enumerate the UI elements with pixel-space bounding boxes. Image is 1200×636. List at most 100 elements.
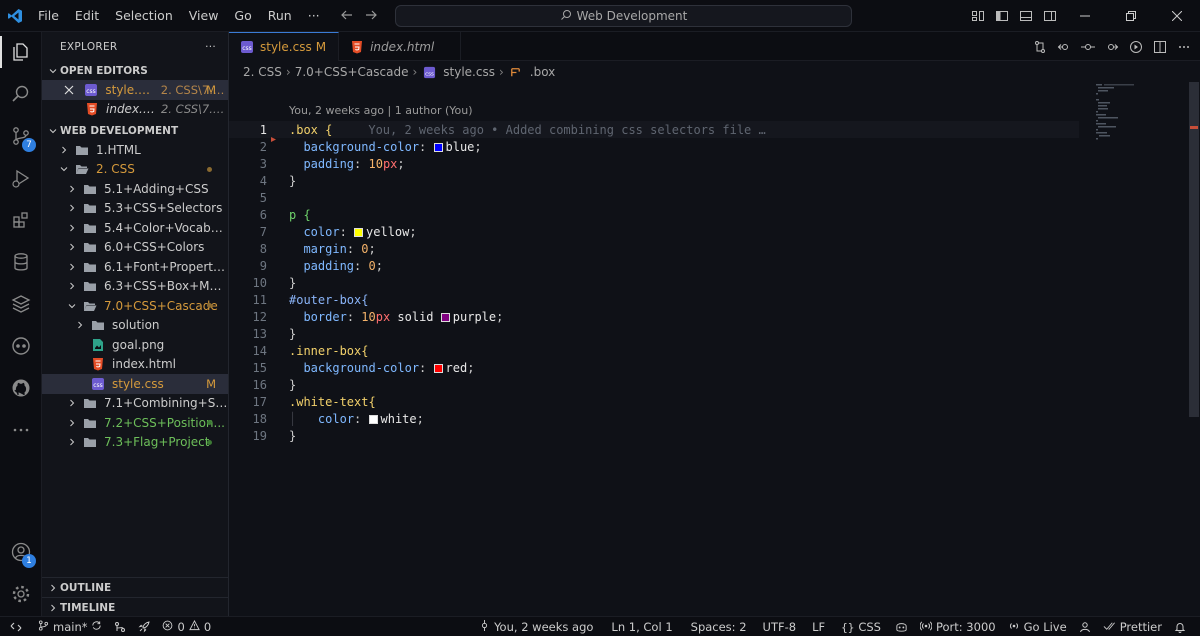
next-change-icon[interactable] <box>1102 37 1122 57</box>
command-center-search[interactable]: Web Development <box>395 5 852 27</box>
github-icon[interactable] <box>0 368 42 408</box>
back-arrow-icon[interactable] <box>340 8 354 25</box>
problems-status[interactable]: 0 0 <box>156 619 217 634</box>
minimize-icon[interactable] <box>1062 0 1108 32</box>
chevron-down-icon <box>46 66 60 76</box>
restore-icon[interactable] <box>1108 0 1154 32</box>
more-actions-icon[interactable] <box>1174 37 1194 57</box>
copilot-icon[interactable] <box>0 326 42 366</box>
more-views-icon[interactable] <box>0 410 42 450</box>
breadcrumb-item[interactable]: 7.0+CSS+Cascade <box>295 65 409 79</box>
blame-status[interactable]: You, 2 weeks ago <box>473 620 599 634</box>
scrollbar-thumb[interactable] <box>1189 82 1199 417</box>
manage-gear-icon[interactable] <box>0 574 42 614</box>
tree-item-label: 5.1+Adding+CSS <box>104 181 209 196</box>
code-selector: .white-text{ <box>289 394 376 409</box>
color-swatch[interactable] <box>433 363 443 373</box>
folder-5-3[interactable]: 5.3+CSS+Selectors <box>42 199 228 219</box>
open-editor-index-html[interactable]: index.html 2. CSS\7.0+C... <box>42 100 228 120</box>
folder-solution[interactable]: solution <box>42 316 228 336</box>
menu-more[interactable]: ··· <box>300 0 328 32</box>
encoding[interactable]: UTF-8 <box>757 620 803 634</box>
notifications-bell-icon[interactable] <box>1168 621 1192 633</box>
tab-label: index.html <box>370 39 435 54</box>
toggle-secondary-sidebar-icon[interactable] <box>1038 0 1062 32</box>
close-icon[interactable] <box>64 85 77 95</box>
minimap[interactable] <box>1096 84 1186 144</box>
folder-6-3[interactable]: 6.3+CSS+Box+Model <box>42 277 228 297</box>
folder-6-0[interactable]: 6.0+CSS+Colors <box>42 238 228 258</box>
folder-7-1[interactable]: 7.1+Combining+Select... <box>42 394 228 414</box>
run-debug-icon[interactable] <box>0 158 42 198</box>
copilot-status-icon[interactable] <box>889 621 914 633</box>
menu-selection[interactable]: Selection <box>107 0 181 32</box>
explorer-icon[interactable] <box>0 32 42 72</box>
code-line: 18 │ color: white; <box>229 410 1079 427</box>
menu-run[interactable]: Run <box>260 0 300 32</box>
prettier-status[interactable]: Prettier <box>1097 620 1168 635</box>
git-commit-icon[interactable] <box>1078 37 1098 57</box>
deleted-lines-marker[interactable] <box>271 131 276 142</box>
branch-status[interactable]: main* <box>32 620 108 634</box>
layers-icon[interactable] <box>0 284 42 324</box>
menu-view[interactable]: View <box>181 0 227 32</box>
search-icon[interactable] <box>0 74 42 114</box>
deploy-rocket-icon[interactable] <box>132 620 156 633</box>
sync-icon[interactable] <box>91 620 102 634</box>
source-control-icon[interactable]: 7 <box>0 116 42 156</box>
menu-edit[interactable]: Edit <box>67 0 107 32</box>
customize-layout-icon[interactable] <box>966 0 990 32</box>
file-goal-png[interactable]: goal.png <box>42 335 228 355</box>
breadcrumb-item[interactable]: .box <box>530 65 556 79</box>
tree-item-label: 7.3+Flag+Project <box>104 435 210 450</box>
folder-6-1[interactable]: 6.1+Font+Properties <box>42 257 228 277</box>
menu-go[interactable]: Go <box>226 0 259 32</box>
open-changes-icon[interactable] <box>1030 37 1050 57</box>
previous-change-icon[interactable] <box>1054 37 1074 57</box>
close-window-icon[interactable] <box>1154 0 1200 32</box>
account-icon[interactable] <box>1073 621 1097 633</box>
split-editor-icon[interactable] <box>1150 37 1170 57</box>
breadcrumb-item[interactable]: 2. CSS <box>243 65 282 79</box>
cursor-position[interactable]: Ln 1, Col 1 <box>605 620 678 634</box>
folder-7-2[interactable]: 7.2+CSS+Position... <box>42 413 228 433</box>
workspace-header[interactable]: WEB DEVELOPMENT <box>42 121 228 140</box>
git-graph-icon[interactable] <box>108 621 132 633</box>
breadcrumb-item[interactable]: style.css <box>443 65 495 79</box>
tab-index-html[interactable]: index.html <box>339 32 462 61</box>
tab-style-css[interactable]: css style.css M <box>229 32 340 61</box>
folder-2-css[interactable]: 2. CSS <box>42 160 228 180</box>
language-mode[interactable]: {} CSS <box>835 620 887 634</box>
file-style-css[interactable]: css style.css M <box>42 374 228 394</box>
menu-file[interactable]: File <box>30 0 67 32</box>
extensions-icon[interactable] <box>0 200 42 240</box>
folder-7-0[interactable]: 7.0+CSS+Cascade <box>42 296 228 316</box>
indentation[interactable]: Spaces: 2 <box>685 620 753 634</box>
file-index-html[interactable]: index.html <box>42 355 228 375</box>
go-live-button[interactable]: Go Live <box>1002 620 1073 635</box>
end-of-line[interactable]: LF <box>806 620 831 634</box>
toggle-sidebar-icon[interactable] <box>990 0 1014 32</box>
color-swatch[interactable] <box>440 312 450 322</box>
database-icon[interactable] <box>0 242 42 282</box>
explorer-more-actions[interactable]: ··· <box>205 41 216 53</box>
port-status[interactable]: Port: 3000 <box>914 620 1002 635</box>
preview-icon[interactable] <box>1126 37 1146 57</box>
codelens-blame[interactable]: You, 2 weeks ago | 1 author (You) <box>289 104 473 117</box>
outline-section[interactable]: OUTLINE <box>42 577 228 597</box>
folder-7-3[interactable]: 7.3+Flag+Project <box>42 433 228 453</box>
color-swatch[interactable] <box>433 142 443 152</box>
open-editor-style-css[interactable]: css style.css 2. CSS\7.0... M <box>42 80 228 100</box>
folder-5-1[interactable]: 5.1+Adding+CSS <box>42 179 228 199</box>
open-editors-header[interactable]: OPEN EDITORS <box>42 61 228 80</box>
remote-icon[interactable] <box>0 617 32 636</box>
forward-arrow-icon[interactable] <box>364 8 378 25</box>
vertical-scrollbar[interactable] <box>1188 82 1200 616</box>
folder-5-4[interactable]: 5.4+Color+Vocab+Proj... <box>42 218 228 238</box>
timeline-section[interactable]: TIMELINE <box>42 597 228 616</box>
accounts-icon[interactable]: 1 <box>0 532 42 572</box>
color-swatch[interactable] <box>368 414 378 424</box>
color-swatch[interactable] <box>354 227 364 237</box>
folder-1-html[interactable]: 1.HTML <box>42 140 228 160</box>
toggle-panel-icon[interactable] <box>1014 0 1038 32</box>
